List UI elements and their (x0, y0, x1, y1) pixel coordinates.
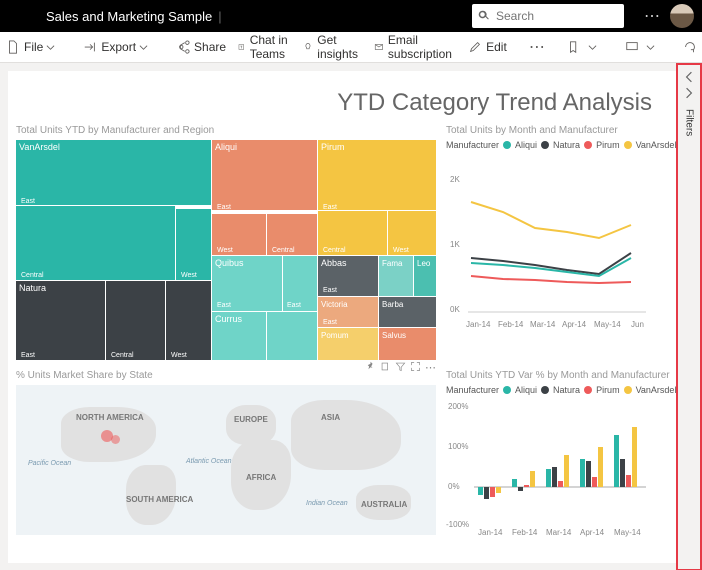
tm-region: Central (18, 270, 47, 281)
bar-legend: Manufacturer Aliqui Natura Pirum VanArsd… (446, 385, 676, 395)
share-button[interactable]: Share (176, 40, 226, 54)
view-button[interactable] (625, 40, 659, 54)
display-icon (625, 40, 639, 54)
tm-leo[interactable]: Leo (414, 256, 436, 296)
header-more-icon[interactable]: ⋯ (644, 6, 660, 26)
export-menu[interactable]: Export (83, 40, 152, 54)
pencil-icon (468, 40, 482, 54)
tm-pomum[interactable]: Pomum (318, 328, 378, 360)
bulb-icon (303, 40, 313, 54)
world-map[interactable]: NORTH AMERICA SOUTH AMERICA EUROPE AFRIC… (16, 385, 436, 535)
svg-text:Feb-14: Feb-14 (498, 320, 524, 329)
svg-text:1K: 1K (450, 240, 460, 249)
svg-text:Apr-14: Apr-14 (580, 528, 605, 537)
svg-text:Jun: Jun (631, 320, 644, 329)
tm-barba[interactable]: Barba (379, 297, 436, 327)
chevron-down-icon (139, 43, 148, 52)
search-input[interactable] (494, 8, 618, 24)
report-canvas: YTD Category Trend Analysis Total Units … (8, 71, 676, 563)
refresh-button[interactable] (683, 40, 701, 54)
bar-chart: 200% 100% 0% -100% Jan-14 Feb (446, 397, 646, 537)
search-box[interactable] (472, 4, 624, 28)
svg-text:100%: 100% (448, 442, 468, 451)
search-icon (478, 9, 490, 23)
tm-region: East (18, 350, 38, 361)
tm-region: Central (108, 350, 137, 361)
tm-region: West (178, 270, 200, 281)
avatar[interactable] (670, 4, 694, 28)
map-title: % Units Market Share by State (16, 370, 436, 381)
treemap-visual[interactable]: Total Units YTD by Manufacturer and Regi… (16, 125, 436, 360)
share-icon (176, 40, 190, 54)
svg-text:2K: 2K (450, 175, 460, 184)
email-button[interactable]: Email subscription (374, 33, 456, 61)
line-chart-visual[interactable]: Total Units by Month and Manufacturer Ma… (446, 125, 676, 360)
svg-text:May-14: May-14 (614, 528, 641, 537)
svg-text:Feb-14: Feb-14 (512, 528, 538, 537)
svg-text:Apr-14: Apr-14 (562, 320, 587, 329)
edit-button[interactable]: Edit (468, 40, 507, 54)
chevron-down-icon (588, 43, 597, 52)
svg-text:200%: 200% (448, 402, 468, 411)
line-title: Total Units by Month and Manufacturer (446, 125, 676, 136)
map-visual[interactable]: % Units Market Share by State NORTH AMER… (16, 370, 436, 542)
chevron-down-icon (46, 43, 55, 52)
insights-button[interactable]: Get insights (303, 33, 362, 61)
refresh-icon (683, 40, 697, 54)
toolbar-more-icon[interactable]: ⋯ (529, 37, 545, 57)
line-chart: 2K 1K 0K Jan-14 Feb-14 Mar-14 Apr-14 May… (446, 152, 646, 332)
action-bar: File Export Share Chat in Teams Get insi… (0, 32, 702, 63)
bar-chart-visual[interactable]: Total Units YTD Var % by Month and Manuf… (446, 370, 676, 542)
line-legend: Manufacturer Aliqui Natura Pirum VanArsd… (446, 140, 676, 150)
bookmark-button[interactable] (567, 40, 601, 54)
svg-text:Jan-14: Jan-14 (466, 320, 491, 329)
svg-text:Mar-14: Mar-14 (546, 528, 572, 537)
filters-pane[interactable]: Filters (676, 63, 702, 570)
tm-salvus[interactable]: Salvus (379, 328, 436, 360)
filters-label: Filters (684, 109, 695, 136)
svg-text:Jan-14: Jan-14 (478, 528, 503, 537)
mail-icon (374, 40, 384, 54)
svg-text:-100%: -100% (446, 520, 469, 529)
tm-region: West (168, 350, 190, 361)
svg-text:May-14: May-14 (594, 320, 621, 329)
teams-icon (238, 40, 246, 54)
file-menu[interactable]: File (6, 40, 59, 54)
tm-fama[interactable]: Fama (379, 256, 413, 296)
file-icon (6, 40, 20, 54)
svg-text:0%: 0% (448, 482, 460, 491)
report-title: YTD Category Trend Analysis (16, 79, 668, 125)
bookmark-icon (567, 40, 581, 54)
chevron-left-icon[interactable] (683, 71, 695, 83)
chevron-right-icon[interactable] (683, 87, 695, 99)
svg-text:0K: 0K (450, 305, 460, 314)
chevron-down-icon (646, 43, 655, 52)
svg-text:Mar-14: Mar-14 (530, 320, 556, 329)
treemap-title: Total Units YTD by Manufacturer and Regi… (16, 125, 436, 136)
app-title: Sales and Marketing Sample (8, 9, 212, 24)
chat-button[interactable]: Chat in Teams (238, 33, 291, 61)
bar-title: Total Units YTD Var % by Month and Manuf… (446, 370, 676, 381)
top-header: Sales and Marketing Sample | ⋯ (0, 0, 702, 32)
export-icon (83, 40, 97, 54)
